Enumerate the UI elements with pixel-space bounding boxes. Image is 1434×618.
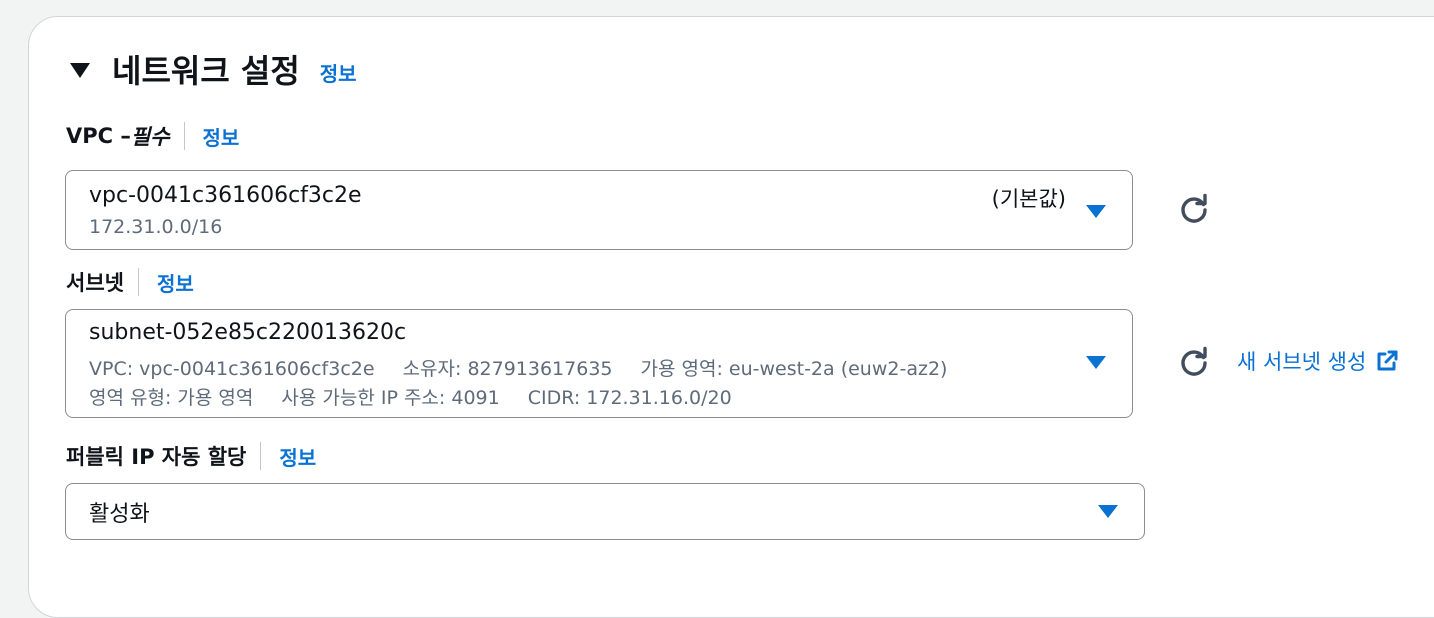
public-ip-select-value: 활성화 — [89, 502, 150, 527]
vpc-info-link[interactable]: 정보 — [203, 122, 240, 151]
label-divider — [183, 122, 185, 150]
public-ip-label-text: 퍼블릭 IP 자동 할당 — [66, 445, 247, 469]
external-link-icon — [1377, 350, 1398, 371]
public-ip-dropdown-arrow-icon[interactable] — [1098, 505, 1118, 518]
vpc-select[interactable]: vpc-0041c361606cf3c2e 172.31.0.0/16 (기본값… — [65, 170, 1133, 250]
vpc-select-value: vpc-0041c361606cf3c2e — [89, 183, 362, 208]
label-divider — [260, 442, 262, 470]
subnet-owner: 소유자: 827913617635 — [402, 358, 613, 380]
public-ip-info-link[interactable]: 정보 — [279, 442, 316, 471]
vpc-label-required: 필수 — [130, 125, 170, 149]
vpc-label-text: VPC – — [66, 124, 131, 148]
subnet-details-row-1: VPC: vpc-0041c361606cf3c2e 소유자: 827913617… — [89, 354, 975, 381]
vpc-refresh-icon[interactable] — [1177, 193, 1211, 227]
subnet-available-ips: 사용 가능한 IP 주소: 4091 — [281, 387, 500, 409]
subnet-details-row-2: 영역 유형: 가용 영역 사용 가능한 IP 주소: 4091 CIDR: 172.… — [89, 383, 760, 410]
create-subnet-link-label[interactable]: 새 서브넷 생성 — [1237, 346, 1366, 376]
subnet-select[interactable]: subnet-052e85c220013620c VPC: vpc-0041c3… — [65, 309, 1133, 418]
subnet-zone-type: 영역 유형: 가용 영역 — [89, 387, 254, 409]
public-ip-select[interactable]: 활성화 — [65, 483, 1145, 540]
subnet-dropdown-arrow-icon[interactable] — [1086, 356, 1106, 369]
subnet-info-link[interactable]: 정보 — [157, 268, 194, 297]
vpc-dropdown-arrow-icon[interactable] — [1086, 205, 1106, 218]
subnet-refresh-icon[interactable] — [1177, 346, 1211, 380]
subnet-vpc: VPC: vpc-0041c361606cf3c2e — [89, 358, 375, 380]
subnet-select-value: subnet-052e85c220013620c — [89, 320, 407, 345]
vpc-default-tag: (기본값) — [991, 187, 1066, 211]
subnet-label: 서브넷 정보 — [66, 267, 194, 297]
label-divider — [137, 268, 139, 296]
vpc-label: VPC – 필수 정보 — [66, 121, 239, 151]
section-title: 네트워크 설정 — [112, 52, 300, 90]
public-ip-label: 퍼블릭 IP 자동 할당 정보 — [66, 441, 316, 471]
create-subnet-link[interactable]: 새 서브넷 생성 — [1237, 346, 1398, 376]
section-info-link[interactable]: 정보 — [320, 58, 357, 87]
caret-down-icon[interactable] — [70, 62, 90, 78]
subnet-cidr: CIDR: 172.31.16.0/20 — [527, 387, 732, 409]
subnet-az: 가용 영역: eu-west-2a (euw2-az2) — [640, 358, 948, 380]
section-header[interactable]: 네트워크 설정 정보 — [70, 48, 357, 90]
subnet-label-text: 서브넷 — [66, 271, 124, 295]
vpc-select-cidr: 172.31.0.0/16 — [89, 216, 223, 238]
